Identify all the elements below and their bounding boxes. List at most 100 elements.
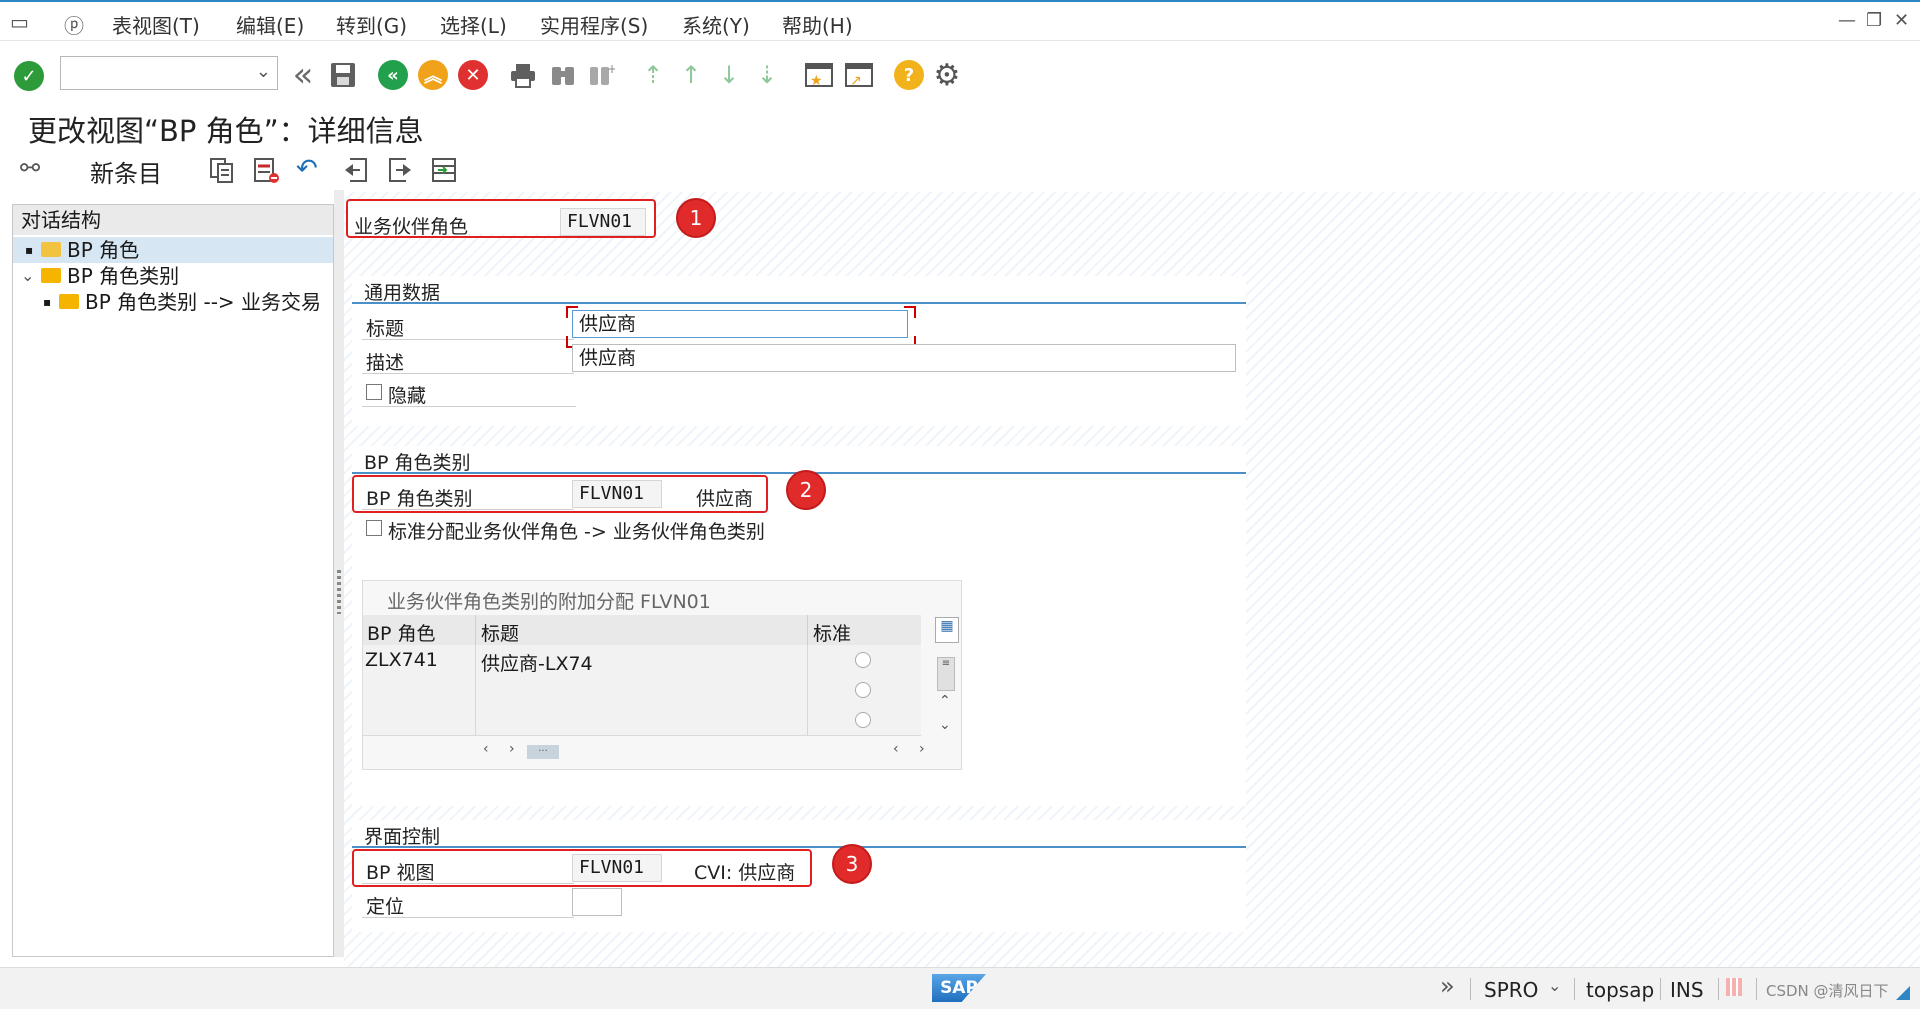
watermark: CSDN @清风日下 (1766, 982, 1889, 1000)
save-icon[interactable] (326, 58, 360, 92)
pane-splitter[interactable] (334, 190, 344, 957)
chevron-down-icon[interactable]: ⌄ (256, 61, 271, 82)
shortcut-icon[interactable]: ↗ (842, 58, 876, 92)
chevron-down-icon[interactable]: ⌄ (1548, 976, 1561, 995)
position-input[interactable] (572, 888, 622, 916)
scroll-left-icon[interactable]: ‹ (893, 741, 899, 757)
chevron-down-icon[interactable]: ⌄ (21, 263, 34, 289)
tree-item-bp-role-category[interactable]: ⌄ BP 角色类别 (13, 263, 333, 289)
standard-assignment-checkbox[interactable] (366, 520, 382, 536)
title-label: 标题 (366, 318, 405, 340)
close-icon[interactable]: ✕ (1894, 10, 1909, 31)
display-change-icon[interactable]: ⚯ (20, 154, 40, 182)
tree-bullet: ▪ (25, 243, 34, 257)
resize-grip-icon[interactable] (1896, 986, 1910, 1000)
svg-text:★: ★ (810, 73, 823, 89)
restore-icon[interactable]: ❐ (1866, 10, 1882, 31)
annotation-badge-3: 3 (832, 844, 872, 884)
scroll-down-icon[interactable]: ⌄ (939, 717, 951, 733)
standard-assignment-label: 标准分配业务伙伴角色 -> 业务伙伴角色类别 (388, 521, 765, 543)
scroll-left-icon[interactable]: ‹ (483, 741, 489, 757)
back-icon[interactable]: « (376, 58, 410, 92)
cancel-icon[interactable]: ✕ (456, 58, 490, 92)
minimize-icon[interactable]: — (1838, 10, 1856, 31)
menu-icon[interactable]: ▭ (10, 10, 29, 34)
print-icon[interactable] (506, 58, 540, 92)
role-category-header: BP 角色类别 (364, 452, 471, 474)
settings-icon[interactable]: ⚙ (930, 58, 964, 93)
select-all-icon[interactable] (430, 156, 458, 188)
column-header-standard[interactable]: 标准 (813, 619, 851, 646)
tree-bullet: ▪ (43, 295, 52, 309)
description-input[interactable]: 供应商 (572, 344, 1236, 372)
first-page-icon[interactable]: ⇡ (636, 58, 670, 92)
command-field[interactable]: ⌄ (60, 56, 278, 90)
cell-title: 供应商-LX74 (481, 653, 593, 675)
status-transaction[interactable]: SPRO (1484, 978, 1538, 1002)
menu-table-view[interactable]: 表视图(T) (112, 10, 200, 39)
horizontal-scroll-thumb[interactable]: ··· (527, 745, 559, 759)
annotation-badge-2: 2 (786, 470, 826, 510)
svg-text:↗: ↗ (850, 73, 862, 89)
page-title: 更改视图“BP 角色”：详细信息 (28, 114, 424, 148)
table-row[interactable] (363, 675, 921, 706)
tree-header: 对话结构 (13, 205, 333, 235)
tree-item-bp-role[interactable]: ▪ BP 角色 (13, 237, 333, 263)
status-signal-icon (1726, 978, 1742, 996)
expand-status-icon[interactable]: » (1440, 972, 1455, 1000)
menu-utilities[interactable]: 实用程序(S) (540, 10, 648, 39)
scroll-right-icon[interactable]: › (509, 741, 515, 757)
standard-radio[interactable] (855, 712, 871, 728)
menu-edit[interactable]: 编辑(E) (236, 10, 304, 39)
standard-radio[interactable] (855, 682, 871, 698)
tree-item-business-transaction[interactable]: ▪ BP 角色类别 --> 业务交易 (13, 289, 333, 315)
undo-icon[interactable]: ↶ (296, 154, 318, 184)
help-icon[interactable]: ? (892, 58, 926, 92)
label-underline (362, 339, 574, 340)
back-nav-icon[interactable]: « (286, 55, 320, 95)
find-next-icon[interactable]: + (584, 58, 618, 92)
status-server: topsap (1586, 978, 1655, 1002)
scroll-right-icon[interactable]: › (919, 741, 925, 757)
scroll-up-icon[interactable]: ⌃ (939, 693, 951, 709)
sap-p-icon[interactable]: ⓟ (64, 10, 84, 39)
delete-icon[interactable] (252, 156, 280, 188)
table-row[interactable]: ZLX741 供应商-LX74 (363, 645, 921, 676)
status-bar: SAP » SPRO ⌄ topsap INS CSDN @清风日下 (0, 967, 1920, 1009)
menu-goto[interactable]: 转到(G) (336, 10, 407, 39)
next-entry-icon[interactable] (386, 156, 414, 188)
column-header-title[interactable]: 标题 (481, 619, 519, 646)
folder-icon (41, 268, 61, 283)
find-icon[interactable] (546, 58, 580, 92)
menu-system[interactable]: 系统(Y) (682, 10, 750, 39)
hidden-checkbox[interactable] (366, 384, 382, 400)
enter-icon[interactable]: ✓ (12, 59, 46, 93)
general-data-header: 通用数据 (364, 282, 441, 304)
status-mode[interactable]: INS (1670, 978, 1704, 1002)
table-row[interactable] (363, 705, 921, 736)
annotation-box-1 (346, 199, 656, 238)
annotation-badge-1: 1 (676, 198, 716, 238)
column-header-bp-role[interactable]: BP 角色 (367, 619, 436, 646)
exit-icon[interactable]: ︽ (416, 58, 450, 92)
position-label: 定位 (366, 896, 405, 918)
new-entries-button[interactable]: 新条目 (90, 154, 162, 189)
hidden-label: 隐藏 (388, 385, 427, 407)
table-header-row: BP 角色 标题 标准 (363, 615, 921, 646)
previous-page-icon[interactable]: ↑ (674, 58, 708, 92)
menu-bar: ▭ ⓟ 表视图(T) 编辑(E) 转到(G) 选择(L) 实用程序(S) 系统(… (0, 0, 1920, 40)
vertical-scroll-thumb[interactable]: ≡ (937, 657, 955, 691)
new-session-icon[interactable]: ★ (802, 58, 836, 92)
title-input[interactable]: 供应商 (572, 310, 908, 338)
last-page-icon[interactable]: ⇣ (750, 58, 784, 92)
next-page-icon[interactable]: ↓ (712, 58, 746, 92)
sap-logo: SAP (932, 974, 986, 1002)
label-underline (362, 373, 574, 374)
copy-icon[interactable] (208, 156, 236, 188)
standard-radio[interactable] (855, 652, 871, 668)
splitter-grip[interactable] (337, 570, 341, 614)
previous-entry-icon[interactable] (342, 156, 370, 188)
menu-selection[interactable]: 选择(L) (440, 10, 507, 39)
menu-help[interactable]: 帮助(H) (782, 10, 853, 39)
table-settings-icon[interactable]: ▦ (935, 617, 959, 643)
